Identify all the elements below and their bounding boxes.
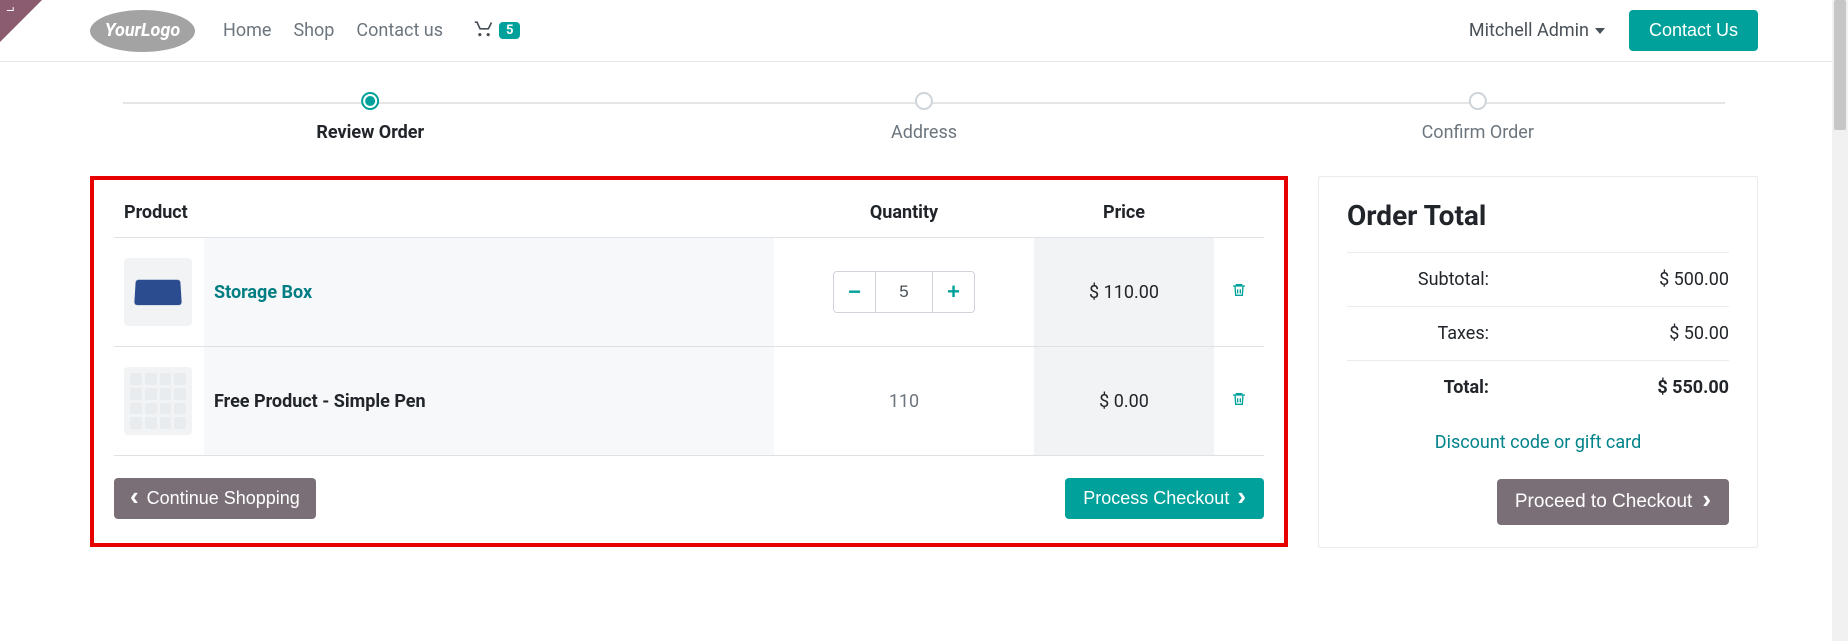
product-image-cell <box>114 238 204 347</box>
th-actions <box>1214 188 1264 238</box>
total-label: Total: <box>1347 377 1609 398</box>
th-product: Product <box>114 188 774 238</box>
step-dot-icon <box>361 92 379 110</box>
qty-increase-button[interactable]: + <box>932 272 974 312</box>
nav-link-contact[interactable]: Contact us <box>356 20 443 41</box>
chevron-down-icon <box>1595 28 1605 34</box>
step-label: Confirm Order <box>1422 122 1534 143</box>
remove-cell <box>1214 238 1264 347</box>
qty-input[interactable] <box>876 272 932 312</box>
logo[interactable]: YourLogo <box>90 10 195 52</box>
taxes-value: $ 50.00 <box>1609 323 1729 344</box>
user-name: Mitchell Admin <box>1469 20 1589 41</box>
cart-badge: 5 <box>499 22 520 39</box>
cart-button[interactable]: 5 <box>473 18 520 43</box>
trash-icon[interactable] <box>1231 392 1247 413</box>
step-label: Review Order <box>316 122 424 143</box>
discount-code-link[interactable]: Discount code or gift card <box>1435 432 1641 453</box>
subtotal-label: Subtotal: <box>1347 269 1609 290</box>
quantity-cell: 110 <box>774 347 1034 456</box>
step-address[interactable]: Address <box>891 92 957 143</box>
th-quantity: Quantity <box>774 188 1034 238</box>
product-image-cell <box>114 347 204 456</box>
nav-link-home[interactable]: Home <box>223 20 271 41</box>
total-value: $ 550.00 <box>1609 377 1729 398</box>
process-checkout-button[interactable]: Process Checkout <box>1065 478 1264 519</box>
step-label: Address <box>891 122 957 143</box>
process-checkout-label: Process Checkout <box>1083 488 1229 509</box>
product-name-cell: Storage Box <box>204 238 774 347</box>
step-review-order[interactable]: Review Order <box>316 92 424 143</box>
order-total-title: Order Total <box>1347 199 1729 232</box>
step-dot-icon <box>1469 92 1487 110</box>
chevron-left-icon <box>130 488 139 509</box>
checkout-stepper: Review Order Address Confirm Order <box>90 92 1758 152</box>
price-cell: $ 0.00 <box>1034 347 1214 456</box>
step-dot-icon <box>915 92 933 110</box>
continue-shopping-button[interactable]: Continue Shopping <box>114 478 316 519</box>
cart-icon <box>473 18 495 43</box>
subtotal-value: $ 500.00 <box>1609 269 1729 290</box>
quantity-stepper: − + <box>833 271 975 313</box>
scrollbar-thumb[interactable] <box>1834 0 1846 130</box>
table-row: Storage Box − + $ 110.00 <box>114 238 1264 347</box>
order-total-panel: Order Total Subtotal: $ 500.00 Taxes: $ … <box>1318 176 1758 548</box>
cart-actions: Continue Shopping Process Checkout <box>114 478 1264 519</box>
taxes-row: Taxes: $ 50.00 <box>1347 306 1729 360</box>
product-image[interactable] <box>124 367 192 435</box>
proceed-label: Proceed to Checkout <box>1515 491 1692 513</box>
nav-links: Home Shop Contact us <box>223 20 443 41</box>
proceed-to-checkout-button[interactable]: Proceed to Checkout <box>1497 479 1729 525</box>
product-image[interactable] <box>124 258 192 326</box>
total-row: Total: $ 550.00 <box>1347 360 1729 414</box>
qty-static: 110 <box>889 391 919 412</box>
logo-text: YourLogo <box>105 20 180 41</box>
cart-highlight-box: Product Quantity Price Storage <box>90 176 1288 547</box>
navbar: YourLogo Home Shop Contact us 5 Mitchell… <box>0 0 1848 62</box>
remove-cell <box>1214 347 1264 456</box>
step-confirm-order[interactable]: Confirm Order <box>1422 92 1534 143</box>
qty-decrease-button[interactable]: − <box>834 272 876 312</box>
chevron-right-icon <box>1237 488 1246 509</box>
contact-us-button[interactable]: Contact Us <box>1629 10 1758 51</box>
chevron-right-icon <box>1702 491 1711 513</box>
continue-shopping-label: Continue Shopping <box>147 488 300 509</box>
product-name: Free Product - Simple Pen <box>214 391 426 412</box>
cart-table: Product Quantity Price Storage <box>114 188 1264 456</box>
product-link[interactable]: Storage Box <box>214 282 312 303</box>
product-name-cell: Free Product - Simple Pen <box>204 347 774 456</box>
th-price: Price <box>1034 188 1214 238</box>
subtotal-row: Subtotal: $ 500.00 <box>1347 252 1729 306</box>
trash-icon[interactable] <box>1231 283 1247 304</box>
edit-ribbon[interactable] <box>0 0 42 42</box>
scrollbar[interactable] <box>1832 0 1848 641</box>
table-row: Free Product - Simple Pen 110 $ 0.00 <box>114 347 1264 456</box>
taxes-label: Taxes: <box>1347 323 1609 344</box>
nav-link-shop[interactable]: Shop <box>293 20 334 41</box>
user-menu[interactable]: Mitchell Admin <box>1469 20 1605 41</box>
discount-link-wrap: Discount code or gift card <box>1347 414 1729 461</box>
quantity-cell: − + <box>774 238 1034 347</box>
price-cell: $ 110.00 <box>1034 238 1214 347</box>
